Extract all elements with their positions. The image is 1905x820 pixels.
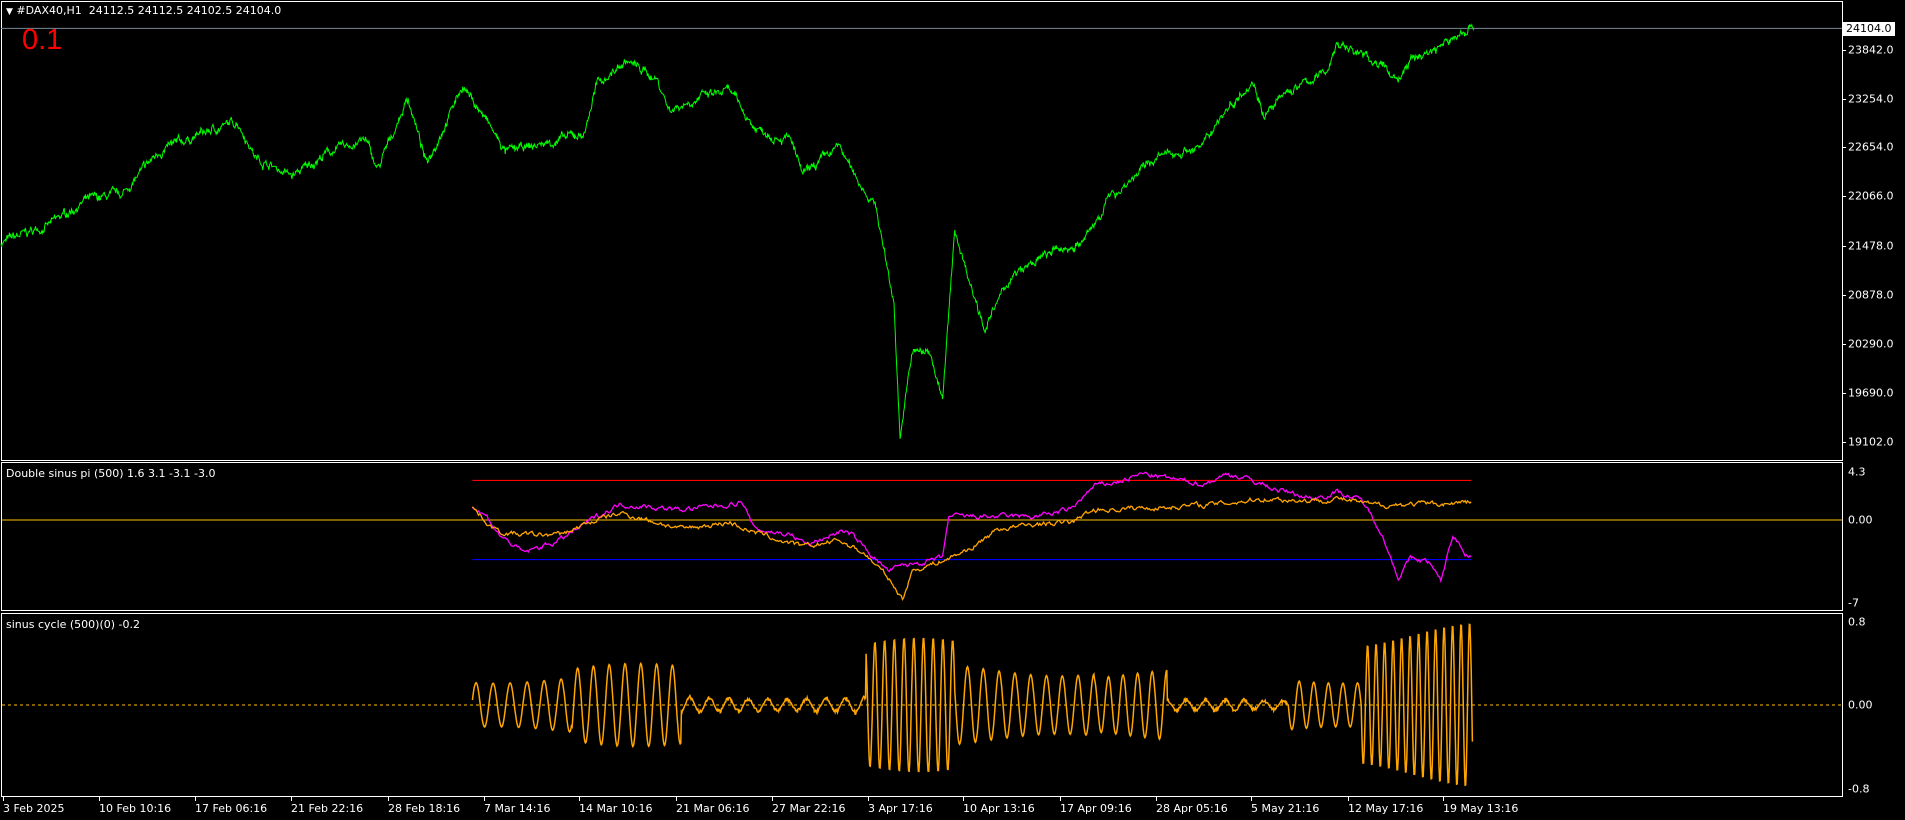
ind2-tick-top: 0.8 [1848, 615, 1866, 629]
time-tick-mark [579, 797, 580, 801]
price-tick-label: 20290.0 [1848, 337, 1894, 351]
price-tick-label: 23842.0 [1848, 43, 1894, 57]
time-tick-label: 27 Mar 22:16 [772, 802, 846, 815]
price-tick-label: 22654.0 [1848, 140, 1894, 154]
price-tick-label: 23254.0 [1848, 92, 1894, 106]
time-tick-label: 28 Feb 18:16 [388, 802, 461, 815]
indicator2-title: sinus cycle (500)(0) -0.2 [6, 618, 141, 631]
time-tick-mark [1156, 797, 1157, 801]
time-tick-mark [291, 797, 292, 801]
price-tick-label: 22066.0 [1848, 189, 1894, 203]
time-tick-mark [195, 797, 196, 801]
time-tick-label: 17 Apr 09:16 [1060, 802, 1132, 815]
time-tick-label: 10 Apr 13:16 [963, 802, 1035, 815]
time-tick-mark [963, 797, 964, 801]
time-tick-label: 3 Feb 2025 [3, 802, 65, 815]
chart-canvas[interactable] [0, 0, 1905, 820]
time-tick-mark [3, 797, 4, 801]
time-tick-mark [1060, 797, 1061, 801]
price-tick-mark [1842, 246, 1846, 247]
overlay-value: 0.1 [22, 24, 63, 56]
time-tick-label: 5 May 21:16 [1251, 802, 1320, 815]
time-tick-label: 14 Mar 10:16 [579, 802, 653, 815]
price-tick-label: 20878.0 [1848, 288, 1894, 302]
price-tick-mark [1842, 344, 1846, 345]
ind1-tick-bottom: -7 [1848, 596, 1859, 610]
price-tick-mark [1842, 196, 1846, 197]
symbol-header: ▼ #DAX40,H1 24112.5 24112.5 24102.5 2410… [6, 4, 281, 17]
ind2-tick-bottom: -0.8 [1848, 782, 1870, 796]
time-tick-label: 10 Feb 10:16 [99, 802, 172, 815]
time-tick-label: 21 Feb 22:16 [291, 802, 364, 815]
time-tick-mark [388, 797, 389, 801]
time-tick-label: 7 Mar 14:16 [484, 802, 551, 815]
time-tick-mark [772, 797, 773, 801]
time-tick-label: 17 Feb 06:16 [195, 802, 268, 815]
ind2-tick-zero: 0.00 [1848, 698, 1873, 712]
symbol-label: #DAX40,H1 [16, 4, 82, 17]
ind1-tick-top: 4.3 [1848, 465, 1866, 479]
price-line [0, 23, 1475, 439]
dropdown-triangle-icon[interactable]: ▼ [6, 7, 13, 17]
ohlc-values: 24112.5 24112.5 24102.5 24104.0 [88, 4, 282, 17]
time-tick-mark [484, 797, 485, 801]
time-tick-mark [868, 797, 869, 801]
price-tick-label: 19102.0 [1848, 435, 1894, 449]
ind1-tick-zero: 0.00 [1848, 513, 1873, 527]
time-tick-label: 28 Apr 05:16 [1156, 802, 1228, 815]
price-tick-mark [1842, 147, 1846, 148]
time-tick-label: 21 Mar 06:16 [676, 802, 750, 815]
price-tick-mark [1842, 99, 1846, 100]
price-tick-mark [1842, 50, 1846, 51]
price-tick-mark [1842, 295, 1846, 296]
magenta-line [471, 471, 1472, 584]
price-tick-label: 21478.0 [1848, 239, 1894, 253]
time-tick-mark [1443, 797, 1444, 801]
time-tick-mark [1251, 797, 1252, 801]
time-tick-label: 19 May 13:16 [1443, 802, 1519, 815]
current-price-label: 24104.0 [1843, 22, 1895, 36]
orange-line [471, 495, 1472, 602]
indicator1-title: Double sinus pi (500) 1.6 3.1 -3.1 -3.0 [6, 467, 216, 480]
price-tick-label: 19690.0 [1848, 386, 1894, 400]
time-tick-mark [1348, 797, 1349, 801]
time-tick-mark [676, 797, 677, 801]
time-tick-mark [99, 797, 100, 801]
price-tick-mark [1842, 393, 1846, 394]
time-tick-label: 12 May 17:16 [1348, 802, 1424, 815]
time-tick-label: 3 Apr 17:16 [868, 802, 933, 815]
price-tick-mark [1842, 442, 1846, 443]
